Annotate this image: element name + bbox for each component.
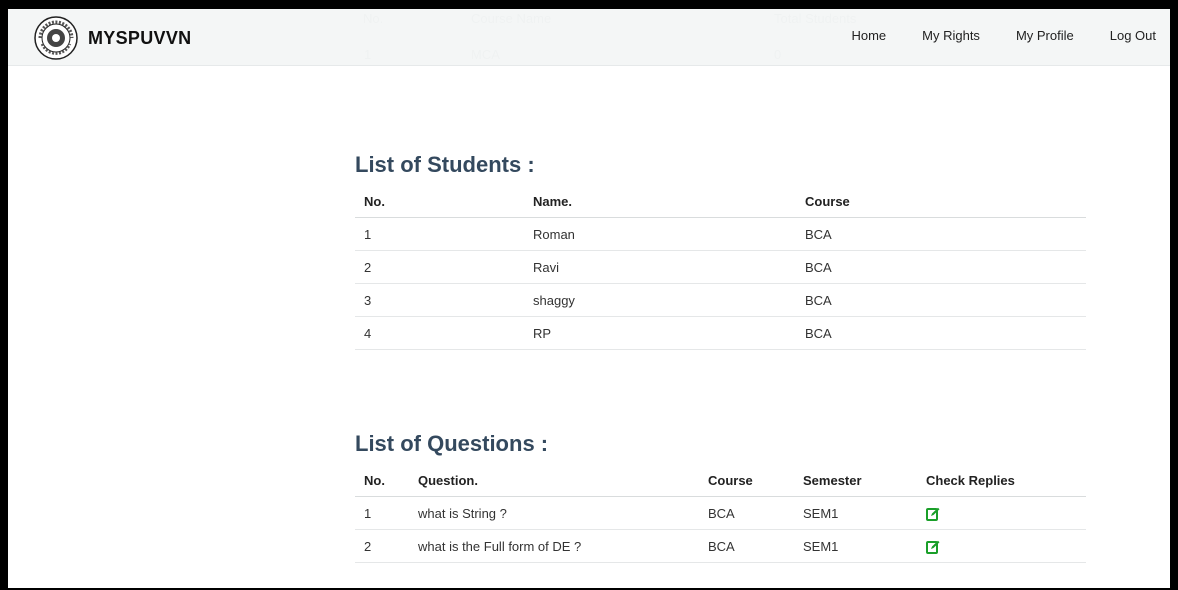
- students-title: List of Students :: [355, 152, 535, 177]
- cell-no: 4: [355, 316, 533, 350]
- top-navbar: MYSPUVVN Home My Rights My Profile Log O…: [8, 9, 1170, 66]
- page-frame: No. Course Name Total Students 1 MCA 0 M…: [8, 9, 1170, 588]
- cell-course: BCA: [805, 316, 1086, 350]
- col-header-no: No.: [355, 185, 533, 218]
- col-header-semester: Semester: [803, 464, 926, 497]
- cell-name: Ravi: [533, 250, 805, 284]
- students-section: List of Students : No. Name. Course 1 Ro…: [355, 152, 1086, 350]
- col-header-check-replies: Check Replies: [926, 464, 1086, 497]
- brand[interactable]: MYSPUVVN: [34, 16, 191, 60]
- cell-no: 1: [355, 496, 418, 530]
- cell-no: 2: [355, 250, 533, 284]
- nav-log-out-link[interactable]: Log Out: [1110, 28, 1156, 43]
- edit-icon[interactable]: [926, 507, 940, 521]
- col-header-course: Course: [805, 185, 1086, 218]
- cell-check-replies: [926, 529, 1086, 563]
- nav-my-profile-link[interactable]: My Profile: [1016, 28, 1074, 43]
- questions-header-row: No. Question. Course Semester Check Repl…: [355, 464, 1086, 497]
- col-header-question: Question.: [418, 464, 708, 497]
- table-row: 2 what is the Full form of DE ? BCA SEM1: [355, 529, 1086, 563]
- table-row: 4 RP BCA: [355, 316, 1086, 350]
- cell-semester: SEM1: [803, 496, 926, 530]
- cell-course: BCA: [805, 217, 1086, 251]
- university-logo-icon: [34, 16, 78, 60]
- col-header-no: No.: [355, 464, 418, 497]
- cell-no: 2: [355, 529, 418, 563]
- students-table: No. Name. Course 1 Roman BCA 2 Ravi BCA …: [355, 185, 1086, 350]
- cell-course: BCA: [805, 250, 1086, 284]
- questions-section: List of Questions : No. Question. Course…: [355, 431, 1086, 563]
- questions-title: List of Questions :: [355, 431, 549, 456]
- cell-check-replies: [926, 496, 1086, 530]
- cell-name: Roman: [533, 217, 805, 251]
- edit-icon[interactable]: [926, 540, 940, 554]
- cell-name: RP: [533, 316, 805, 350]
- questions-table: No. Question. Course Semester Check Repl…: [355, 464, 1086, 563]
- table-row: 2 Ravi BCA: [355, 250, 1086, 284]
- nav-home-link[interactable]: Home: [851, 28, 886, 43]
- nav-my-rights-link[interactable]: My Rights: [922, 28, 980, 43]
- col-header-name: Name.: [533, 185, 805, 218]
- col-header-course: Course: [708, 464, 803, 497]
- table-row: 3 shaggy BCA: [355, 283, 1086, 317]
- nav-links: Home My Rights My Profile Log Out: [815, 28, 1170, 43]
- cell-course: BCA: [805, 283, 1086, 317]
- cell-question: what is String ?: [418, 496, 708, 530]
- cell-question: what is the Full form of DE ?: [418, 529, 708, 563]
- cell-course: BCA: [708, 529, 803, 563]
- cell-semester: SEM1: [803, 529, 926, 563]
- table-row: 1 Roman BCA: [355, 217, 1086, 251]
- cell-name: shaggy: [533, 283, 805, 317]
- cell-course: BCA: [708, 496, 803, 530]
- cell-no: 1: [355, 217, 533, 251]
- cell-no: 3: [355, 283, 533, 317]
- students-header-row: No. Name. Course: [355, 185, 1086, 218]
- brand-name: MYSPUVVN: [88, 27, 192, 48]
- table-row: 1 what is String ? BCA SEM1: [355, 496, 1086, 530]
